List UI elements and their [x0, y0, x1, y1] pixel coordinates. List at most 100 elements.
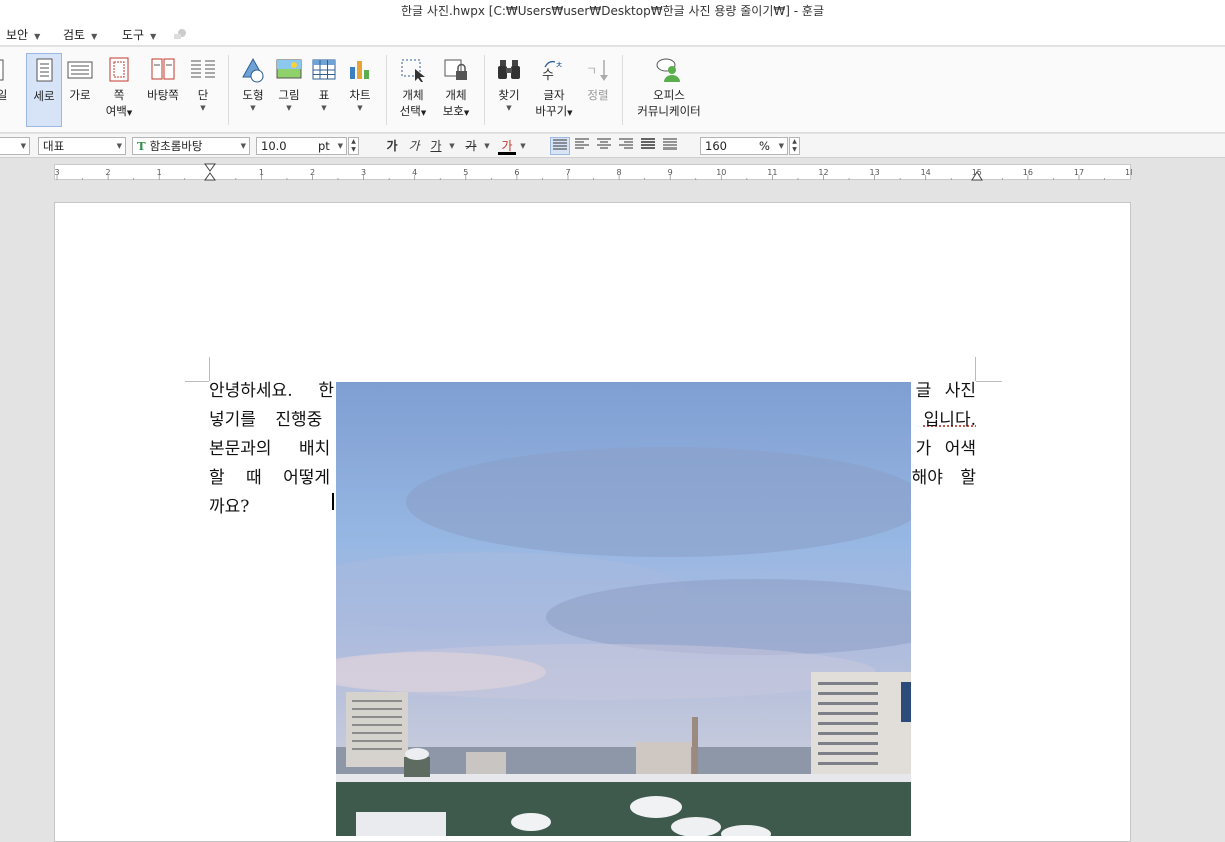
ruler-number: 12	[818, 168, 828, 177]
ruler-number: 6	[514, 168, 519, 177]
communicator-icon	[655, 57, 683, 83]
columns-button[interactable]: 단 ▼	[186, 53, 220, 127]
sort-button[interactable]: ㄱ 정렬	[582, 53, 614, 127]
underline-button[interactable]: 가	[427, 137, 445, 155]
margin-mark	[976, 381, 1002, 382]
ruler-number: 4	[412, 168, 417, 177]
chevron-down-icon: ▼	[34, 32, 40, 41]
italic-button[interactable]: 가	[405, 137, 423, 155]
align-center-icon	[597, 138, 611, 150]
shape-button[interactable]: 도형 ▼	[236, 53, 270, 127]
page-margin-icon	[105, 57, 133, 83]
ruler-number: 2	[310, 168, 315, 177]
chevron-down-icon: ▼	[567, 109, 572, 117]
divide-icon	[663, 138, 677, 150]
zoom-spinner[interactable]: ▲ ▼	[789, 137, 800, 155]
chart-button[interactable]: 차트 ▼	[343, 53, 377, 127]
object-select-icon	[399, 57, 427, 83]
distribute-icon	[641, 138, 655, 150]
chevron-down-icon[interactable]: ▼	[482, 137, 492, 155]
chevron-down-icon[interactable]: ▼	[447, 137, 457, 155]
picture-button[interactable]: 그림 ▼	[272, 53, 306, 127]
strikethrough-button[interactable]: 가	[462, 137, 480, 155]
chevron-down-icon: ▼	[127, 109, 132, 117]
chevron-down-icon: ▼	[338, 138, 343, 154]
distribute-button[interactable]	[639, 137, 657, 155]
separator	[484, 55, 485, 125]
inserted-photo[interactable]	[336, 382, 911, 836]
page-icon	[0, 57, 7, 83]
svg-text:ㅊ: ㅊ	[555, 61, 563, 71]
portrait-button[interactable]: 세로	[26, 53, 62, 127]
align-right-icon	[619, 138, 633, 150]
picture-icon	[275, 57, 303, 83]
object-select-button[interactable]: 개체 선택▼	[394, 53, 432, 127]
indent-marker-icon[interactable]	[204, 163, 216, 183]
text-line: 글 사진	[916, 377, 976, 406]
ruler-number: 8	[617, 168, 622, 177]
menu-review[interactable]: 검토 ▼	[63, 26, 97, 43]
landscape-page-icon	[66, 57, 94, 83]
ruler-number: 18	[1125, 168, 1132, 177]
replace-button[interactable]: 수ㅊ 글자 바꾸기▼	[531, 53, 577, 127]
ruler-number: 3	[361, 168, 366, 177]
align-justify-button[interactable]	[550, 137, 570, 155]
right-margin-marker-icon[interactable]	[971, 170, 983, 182]
sort-icon: ㄱ	[584, 57, 612, 83]
lock-icon	[442, 57, 470, 83]
extra-icon[interactable]	[173, 28, 187, 40]
bold-button[interactable]: 가	[383, 137, 401, 155]
office-communicator-button[interactable]: 오피스 커뮤니케이터	[630, 53, 708, 127]
ruler-number: 5	[463, 168, 468, 177]
text-line: 넣기를 진행중	[209, 406, 334, 435]
chevron-down-icon: ▼	[21, 138, 26, 154]
align-right-button[interactable]	[617, 137, 635, 155]
shape-icon	[239, 57, 267, 83]
divide-button[interactable]	[661, 137, 679, 155]
ruler-number: 9	[668, 168, 673, 177]
separator	[386, 55, 387, 125]
chevron-down-icon: ▼	[272, 103, 306, 113]
object-protect-button[interactable]: 개체 보호▼	[437, 53, 475, 127]
font-select[interactable]: T 함초롬바탕 ▼	[132, 137, 250, 155]
binoculars-icon	[495, 57, 523, 83]
chevron-down-icon: ▼	[241, 138, 246, 154]
ruler-number: 16	[1023, 168, 1033, 177]
font-size-spinner[interactable]: ▲ ▼	[348, 137, 359, 155]
chevron-down-icon: ▼	[236, 103, 270, 113]
ruler-number: 14	[921, 168, 931, 177]
text-line: 입니다.	[924, 406, 976, 435]
style-select[interactable]: 대표 ▼	[38, 137, 126, 155]
text-line: 안녕하세요. 한	[209, 377, 334, 406]
page-margin-button[interactable]: 쪽 여백▼	[101, 53, 137, 127]
sky-city-photo	[336, 382, 911, 836]
table-icon	[310, 57, 338, 83]
align-center-button[interactable]	[595, 137, 613, 155]
menu-tools[interactable]: 도구 ▼	[122, 26, 156, 43]
zoom-select[interactable]: 160% ▼	[700, 137, 788, 155]
landscape-button[interactable]: 가로	[63, 53, 97, 127]
chevron-down-icon: ▼	[91, 32, 97, 41]
text-line: 까요?	[209, 493, 334, 522]
horizontal-ruler[interactable]: 321123456789101112131415161718	[54, 164, 1131, 180]
partial-combo[interactable]: ▼	[0, 137, 30, 155]
align-justify-icon	[553, 139, 567, 151]
menu-security[interactable]: 보안 ▼	[6, 26, 40, 43]
align-left-button[interactable]	[573, 137, 591, 155]
chart-icon	[346, 57, 374, 83]
truetype-font-icon: T	[137, 139, 146, 153]
master-page-button[interactable]: 바탕쪽	[143, 53, 183, 127]
chevron-down-icon: ▼	[464, 109, 469, 117]
ribbon-partial-button[interactable]: 일	[0, 53, 8, 127]
separator	[622, 55, 623, 125]
font-color-button[interactable]: 가	[498, 137, 516, 155]
ruler-number: 10	[716, 168, 726, 177]
chevron-down-icon[interactable]: ▼	[518, 137, 528, 155]
svg-text:ㄱ: ㄱ	[586, 64, 597, 78]
find-button[interactable]: 찾기 ▼	[492, 53, 526, 127]
table-button[interactable]: 표 ▼	[308, 53, 340, 127]
ruler-number: 2	[106, 168, 111, 177]
chevron-down-icon: ▼	[150, 32, 156, 41]
ruler-number: 3	[55, 168, 60, 177]
font-size-select[interactable]: 10.0 pt ▼	[256, 137, 347, 155]
